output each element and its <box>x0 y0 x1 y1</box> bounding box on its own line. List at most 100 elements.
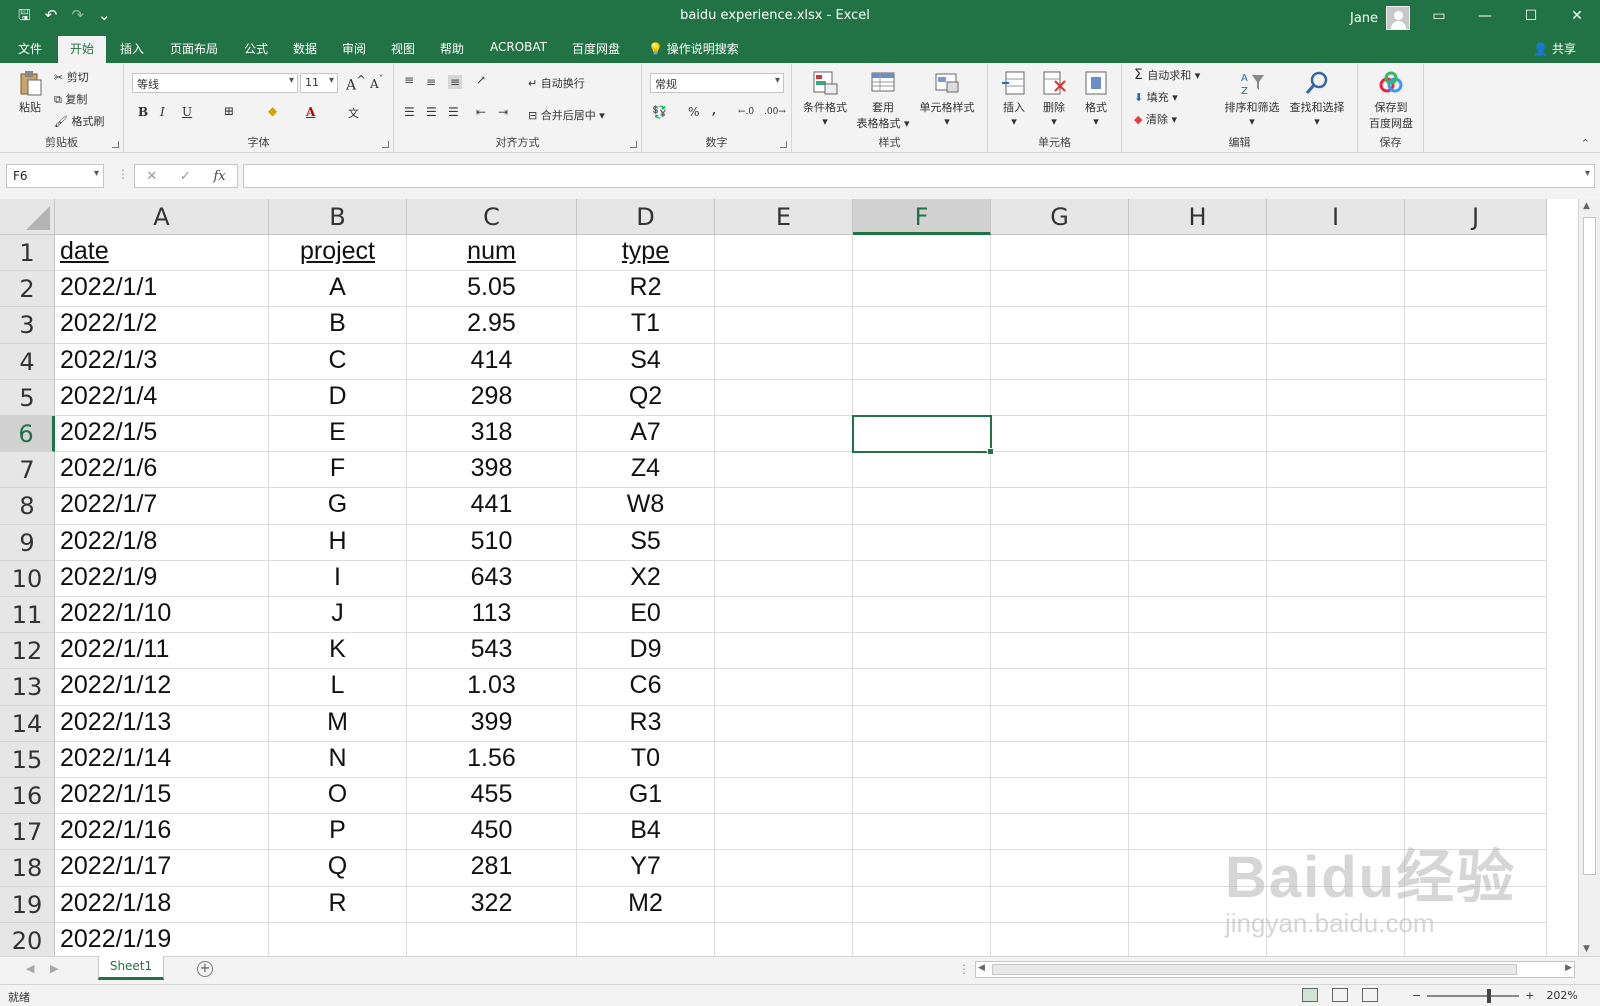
table-cell[interactable]: X2 <box>577 560 715 597</box>
row-header[interactable]: 20 <box>0 922 55 956</box>
copy-button[interactable]: ⧉ 复制 <box>54 91 87 107</box>
table-cell[interactable]: O <box>269 778 407 815</box>
table-cell[interactable] <box>991 633 1129 670</box>
currency-icon[interactable]: 💱 <box>652 105 667 119</box>
table-cell[interactable] <box>1267 271 1405 308</box>
italic-button[interactable]: I <box>160 105 165 119</box>
format-cells-button[interactable]: 格式 ▾ <box>1078 69 1114 128</box>
table-cell[interactable] <box>991 416 1129 453</box>
row-header[interactable]: 6 <box>0 416 55 453</box>
table-cell[interactable] <box>1129 524 1267 561</box>
row-header[interactable]: 5 <box>0 379 55 416</box>
insert-function-icon[interactable]: fx <box>213 169 225 184</box>
table-cell[interactable] <box>1267 379 1405 416</box>
table-cell[interactable]: 643 <box>407 560 577 597</box>
table-cell[interactable] <box>715 379 853 416</box>
column-header-j[interactable]: J <box>1405 199 1547 235</box>
align-right-icon[interactable]: ☰ <box>448 105 459 119</box>
table-cell[interactable] <box>715 778 853 815</box>
table-cell[interactable] <box>1405 778 1547 815</box>
header-cell[interactable] <box>1129 235 1267 272</box>
table-cell[interactable] <box>1405 488 1547 525</box>
table-cell[interactable]: 2022/1/9 <box>55 560 269 597</box>
tab-insert[interactable]: 插入 <box>108 36 156 63</box>
table-cell[interactable]: M2 <box>577 886 715 923</box>
table-cell[interactable] <box>991 814 1129 851</box>
column-header-a[interactable]: A <box>55 199 269 235</box>
collapse-ribbon-icon[interactable]: ⌃ <box>1581 137 1590 150</box>
row-header[interactable]: 18 <box>0 850 55 887</box>
table-cell[interactable]: D9 <box>577 633 715 670</box>
row-header[interactable]: 3 <box>0 307 55 344</box>
table-cell[interactable] <box>853 922 991 956</box>
table-cell[interactable]: C6 <box>577 669 715 706</box>
table-cell[interactable]: 543 <box>407 633 577 670</box>
column-header-h[interactable]: H <box>1129 199 1267 235</box>
table-cell[interactable] <box>1405 633 1547 670</box>
table-cell[interactable]: 398 <box>407 452 577 489</box>
table-cell[interactable] <box>991 271 1129 308</box>
column-header-d[interactable]: D <box>577 199 715 235</box>
table-cell[interactable] <box>1267 343 1405 380</box>
table-cell[interactable] <box>1129 560 1267 597</box>
table-cell[interactable] <box>1267 416 1405 453</box>
table-cell[interactable] <box>853 560 991 597</box>
table-cell[interactable] <box>715 886 853 923</box>
ribbon-display-icon[interactable]: ▭ <box>1416 0 1462 32</box>
table-cell[interactable]: B4 <box>577 814 715 851</box>
table-cell[interactable]: T0 <box>577 741 715 778</box>
row-header[interactable]: 2 <box>0 271 55 308</box>
column-header-b[interactable]: B <box>269 199 407 235</box>
table-cell[interactable] <box>715 343 853 380</box>
table-cell[interactable] <box>853 271 991 308</box>
table-cell[interactable] <box>853 307 991 344</box>
table-cell[interactable]: R3 <box>577 705 715 742</box>
table-cell[interactable] <box>1267 524 1405 561</box>
table-cell[interactable] <box>991 669 1129 706</box>
table-cell[interactable]: G1 <box>577 778 715 815</box>
header-cell[interactable]: type <box>577 235 715 272</box>
table-cell[interactable] <box>1129 814 1267 851</box>
zoom-slider[interactable] <box>1427 988 1520 1003</box>
table-cell[interactable]: 2022/1/2 <box>55 307 269 344</box>
table-cell[interactable] <box>1405 922 1547 956</box>
table-cell[interactable] <box>853 343 991 380</box>
table-cell[interactable] <box>715 669 853 706</box>
table-cell[interactable] <box>991 741 1129 778</box>
percent-button[interactable]: % <box>688 105 699 119</box>
table-cell[interactable] <box>269 922 407 956</box>
font-name-select[interactable]: 等线 <box>132 73 298 93</box>
table-cell[interactable] <box>1267 633 1405 670</box>
column-header-g[interactable]: G <box>991 199 1129 235</box>
table-cell[interactable] <box>853 778 991 815</box>
table-cell[interactable]: 5.05 <box>407 271 577 308</box>
table-cell[interactable] <box>1405 452 1547 489</box>
dialog-launcher-icon[interactable] <box>780 141 787 148</box>
table-cell[interactable]: N <box>269 741 407 778</box>
table-cell[interactable] <box>1129 705 1267 742</box>
table-cell[interactable]: M <box>269 705 407 742</box>
table-cell[interactable]: 1.03 <box>407 669 577 706</box>
table-cell[interactable] <box>1129 307 1267 344</box>
table-cell[interactable]: W8 <box>577 488 715 525</box>
table-cell[interactable] <box>1129 416 1267 453</box>
table-cell[interactable] <box>1405 597 1547 634</box>
table-cell[interactable] <box>1267 922 1405 956</box>
horizontal-scroll-thumb[interactable] <box>992 964 1517 975</box>
page-layout-view-icon[interactable] <box>1332 988 1348 1002</box>
table-cell[interactable] <box>853 741 991 778</box>
table-cell[interactable] <box>853 850 991 887</box>
table-cell[interactable] <box>715 741 853 778</box>
table-cell[interactable] <box>853 705 991 742</box>
tab-view[interactable]: 视图 <box>379 36 427 63</box>
splitter-icon[interactable]: ⋮ <box>117 167 129 181</box>
account[interactable]: Jane <box>1350 6 1411 30</box>
table-cell[interactable] <box>1129 922 1267 956</box>
table-cell[interactable] <box>715 633 853 670</box>
table-cell[interactable]: J <box>269 597 407 634</box>
orientation-icon[interactable]: ↗ <box>476 73 486 87</box>
table-cell[interactable] <box>1405 814 1547 851</box>
table-cell[interactable] <box>1405 560 1547 597</box>
header-cell[interactable] <box>1405 235 1547 272</box>
table-cell[interactable]: 2022/1/7 <box>55 488 269 525</box>
